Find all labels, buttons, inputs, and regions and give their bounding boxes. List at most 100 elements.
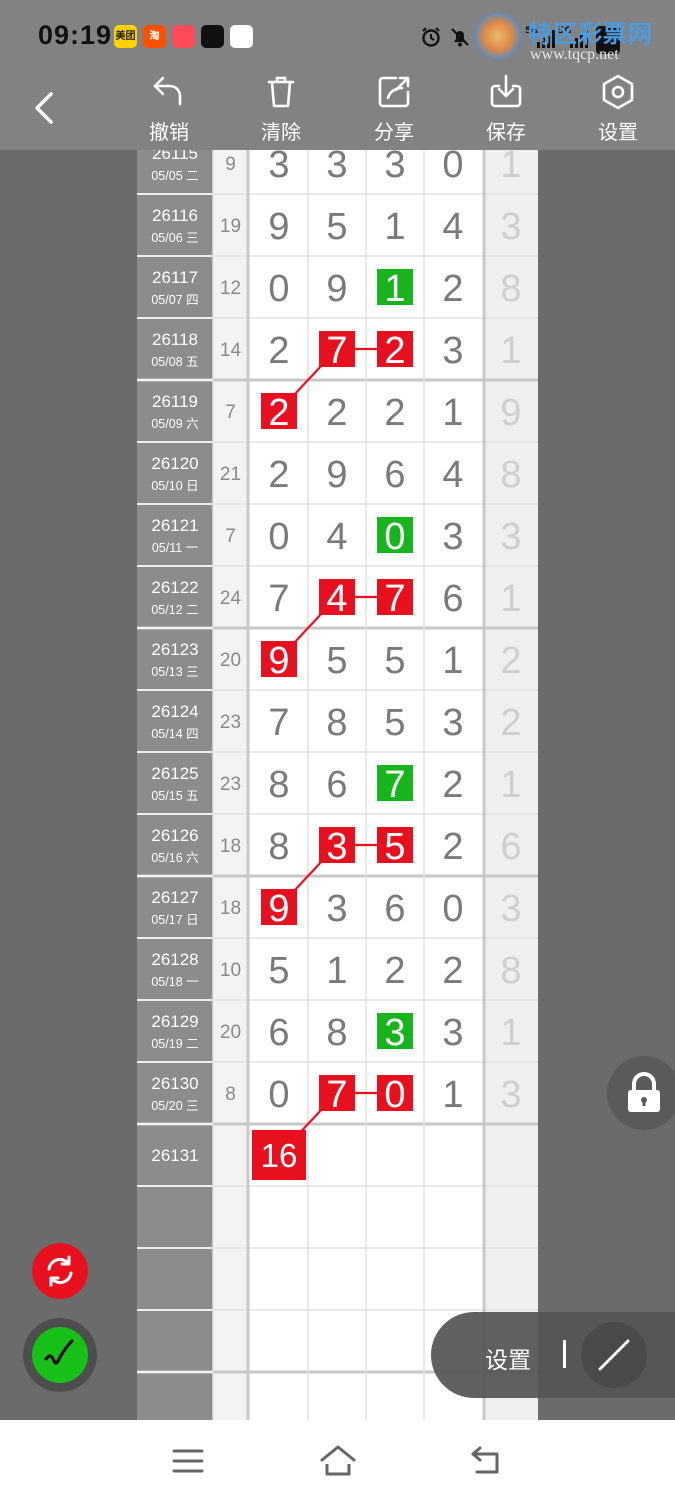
sync-icon — [47, 1255, 73, 1287]
sum-value: 20 — [220, 1022, 241, 1043]
sum-value: 24 — [220, 588, 242, 609]
extra-value: 8 — [500, 268, 521, 310]
pen-icon — [44, 1339, 74, 1365]
settings-button[interactable]: 设置 — [573, 72, 663, 150]
save-icon — [490, 74, 522, 108]
trend-table-svg: 2611505/05 二9 3 3 3 0 12611605/06 三19 9 5 1 4 3261… — [137, 150, 538, 1420]
extra-value: 9 — [500, 392, 521, 434]
digit: 3 — [442, 702, 463, 744]
settings-pill-label[interactable]: 设置 — [485, 1341, 531, 1375]
extra-value: 8 — [500, 454, 521, 496]
digit-highlighted: 9 — [268, 640, 289, 682]
digit: 3 — [326, 888, 347, 930]
issue-date: 05/14 四 — [151, 727, 198, 741]
share-icon — [378, 76, 410, 108]
digit: 5 — [326, 206, 347, 248]
baidu-icon — [230, 25, 253, 48]
issue-date: 05/08 五 — [151, 355, 198, 369]
share-button[interactable]: 分享 — [349, 72, 439, 150]
line-tool-icon — [598, 1339, 630, 1371]
digit: 2 — [442, 826, 463, 868]
digit: 0 — [442, 888, 463, 930]
digit: 2 — [268, 454, 289, 496]
issue-number: 26116 — [152, 206, 198, 225]
sync-button[interactable] — [32, 1243, 88, 1299]
line-tool-button[interactable] — [581, 1322, 647, 1388]
issue-date: 05/11 一 — [152, 541, 198, 555]
digit: 8 — [326, 702, 347, 744]
watermark-logo — [474, 12, 522, 60]
lock-button[interactable] — [607, 1056, 675, 1130]
digit: 3 — [442, 516, 463, 558]
issue-date: 05/13 三 — [151, 665, 198, 679]
digit: 4 — [442, 206, 463, 248]
status-bar: 09:19 美团淘 5G 5G 特区彩票网 www.tqcp.net — [0, 0, 675, 72]
settings-pill-divider — [563, 1340, 566, 1368]
extra-value: 1 — [500, 330, 521, 372]
back-arrow-icon[interactable] — [24, 86, 68, 130]
digit: 8 — [268, 764, 289, 806]
issue-number: 26129 — [151, 1012, 198, 1031]
mute-icon — [449, 26, 471, 54]
issue-number: 26131 — [151, 1146, 198, 1165]
issue-number: 26127 — [151, 888, 198, 907]
digit: 3 — [442, 330, 463, 372]
digit-highlighted: 7 — [384, 578, 405, 620]
extra-value: 3 — [500, 888, 521, 930]
digit: 6 — [268, 1012, 289, 1054]
navigation-bar — [0, 1420, 675, 1500]
issue-number: 26122 — [151, 578, 198, 597]
trash-icon — [267, 76, 295, 108]
digit-highlighted: 2 — [384, 330, 405, 372]
toolbar: 撤销 清除 分享 保存 设置 — [0, 72, 675, 150]
douyin-icon — [201, 25, 224, 48]
digit: 8 — [326, 1012, 347, 1054]
digit: 4 — [326, 516, 347, 558]
meituan-icon: 美团 — [114, 25, 137, 48]
issue-date: 05/10 日 — [151, 479, 198, 493]
watermark-url: www.tqcp.net — [530, 46, 619, 63]
digit-highlighted: 16 — [261, 1137, 298, 1174]
trend-table[interactable]: 26115 05/05 二 9 3 3 3 0 1 26116 05/06 三 19 9 5 1 4 3 261… — [137, 150, 538, 1420]
undo-button[interactable]: 撤销 — [124, 72, 214, 150]
digit: 5 — [326, 640, 347, 682]
issue-number: 26119 — [152, 392, 198, 411]
digit: 7 — [268, 702, 289, 744]
taobao-icon: 淘 — [143, 25, 166, 48]
home-icon[interactable] — [318, 1442, 358, 1483]
digit: 0 — [268, 268, 289, 310]
clear-button[interactable]: 清除 — [236, 72, 326, 150]
issue-number: 26130 — [151, 1074, 198, 1093]
digit: 0 — [442, 150, 463, 186]
sum-value: 23 — [220, 712, 241, 733]
menu-icon[interactable] — [170, 1446, 206, 1481]
issue-date: 05/20 三 — [151, 1099, 198, 1113]
extra-value: 1 — [500, 764, 521, 806]
extra-value: 1 — [500, 150, 521, 186]
digit: 1 — [442, 392, 463, 434]
issue-number: 26125 — [151, 764, 198, 783]
digit: 1 — [384, 206, 405, 248]
extra-value: 3 — [500, 1074, 521, 1116]
sum-value: 12 — [220, 278, 241, 299]
digit: 2 — [326, 392, 347, 434]
digit: 2 — [384, 950, 405, 992]
pen-button[interactable] — [32, 1327, 88, 1383]
digit: 3 — [268, 150, 289, 186]
digit: 9 — [268, 206, 289, 248]
save-button[interactable]: 保存 — [461, 72, 551, 150]
extra-value: 2 — [500, 640, 521, 682]
digit: 3 — [442, 1012, 463, 1054]
digit: 5 — [268, 950, 289, 992]
digit-highlighted: 2 — [268, 392, 289, 434]
digit: 0 — [268, 516, 289, 558]
digit: 2 — [442, 268, 463, 310]
digit: 8 — [268, 826, 289, 868]
digit: 9 — [326, 454, 347, 496]
digit: 2 — [384, 392, 405, 434]
issue-date: 05/17 日 — [151, 913, 198, 927]
digit: 9 — [326, 268, 347, 310]
digit-highlighted: 7 — [326, 1074, 347, 1116]
back-icon[interactable] — [468, 1444, 506, 1483]
save-label: 保存 — [486, 122, 526, 144]
